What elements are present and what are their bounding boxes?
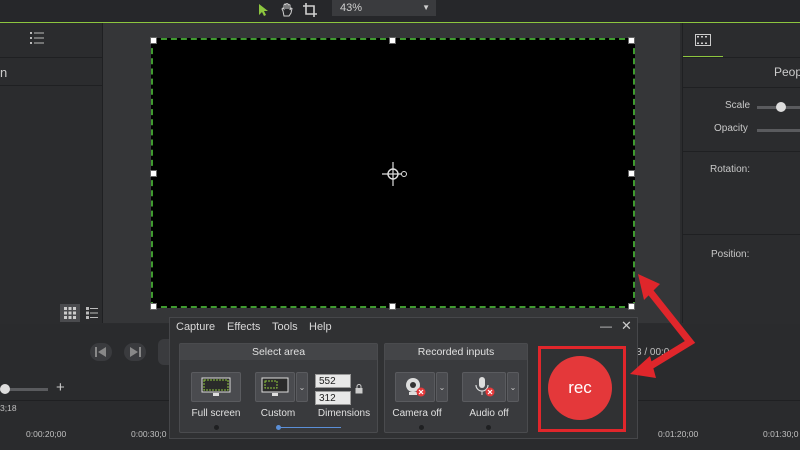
select-area-title: Select area [180, 344, 377, 360]
details-view-icon[interactable] [83, 304, 101, 322]
divider [683, 57, 800, 58]
custom-area-button[interactable] [255, 372, 295, 402]
timeline-tick: 0:00:30;0 [131, 429, 167, 439]
width-input[interactable]: 552 [315, 374, 351, 388]
audio-toggle-button[interactable] [462, 372, 506, 402]
divider [683, 234, 800, 235]
position-label: Position: [711, 249, 750, 260]
timeline-tick: 0:00:20;00 [26, 429, 67, 439]
visual-properties-tab[interactable] [683, 23, 723, 58]
resize-handle[interactable] [628, 170, 635, 177]
resize-handle[interactable] [628, 37, 635, 44]
height-input[interactable]: 312 [315, 391, 351, 405]
resize-handle[interactable] [150, 170, 157, 177]
divider [683, 151, 800, 152]
rotation-label: Rotation: [710, 164, 751, 175]
indicator-dot [214, 425, 219, 430]
timeline-start-label: 3;18 [0, 403, 17, 413]
audio-off-label: Audio off [469, 408, 509, 419]
camera-off-icon [406, 378, 426, 397]
menu-help[interactable]: Help [309, 321, 332, 333]
dimensions-label: Dimensions [317, 408, 371, 419]
rec-button[interactable]: rec [548, 356, 612, 420]
resize-handle[interactable] [389, 303, 396, 310]
area-slider-thumb[interactable] [276, 425, 281, 430]
zoom-in-icon[interactable]: + [56, 379, 65, 396]
grid-view-icon[interactable] [60, 304, 80, 322]
scale-label: Scale [725, 100, 751, 111]
divider [0, 85, 102, 86]
annotation-arrow-icon [630, 274, 696, 378]
recorded-inputs-title: Recorded inputs [385, 344, 527, 360]
full-screen-button[interactable] [191, 372, 241, 402]
area-slider-track[interactable] [279, 427, 341, 428]
resize-handle[interactable] [150, 37, 157, 44]
timeline-tick: 0:01:20;00 [658, 429, 699, 439]
select-area-group: Select area Full screen ⌄ Custom 552 312… [179, 343, 378, 433]
divider [0, 57, 102, 58]
scale-slider-thumb[interactable] [776, 102, 786, 112]
recorder-menu-bar: Capture Effects Tools Help — ✕ [170, 318, 637, 338]
zoom-select[interactable]: 43% ▼ [332, 0, 436, 16]
lock-aspect-icon[interactable] [355, 381, 363, 399]
opacity-slider-track[interactable] [757, 129, 800, 132]
menu-tools[interactable]: Tools [272, 321, 298, 333]
recorded-inputs-group: Recorded inputs ⌄ Camera off ⌄ Audio off [384, 343, 528, 433]
monitor-full-icon [201, 377, 231, 396]
timeline-tick: 0:01:30;0 [763, 429, 799, 439]
microphone-off-icon [475, 377, 495, 397]
menu-effects[interactable]: Effects [227, 321, 260, 333]
indicator-dot [486, 425, 491, 430]
audio-dropdown-chevron-icon[interactable]: ⌄ [507, 372, 519, 402]
left-panel: n [0, 23, 103, 323]
step-back-icon [95, 347, 106, 357]
monitor-custom-icon [261, 377, 289, 396]
previous-frame-button[interactable] [90, 343, 112, 361]
list-view-icon[interactable] [30, 31, 44, 50]
step-forward-icon [130, 347, 141, 357]
properties-title: Peop [774, 65, 800, 79]
menu-capture[interactable]: Capture [176, 321, 215, 333]
next-frame-button[interactable] [124, 343, 146, 361]
camera-off-label: Camera off [392, 408, 442, 419]
chevron-down-icon: ▼ [422, 3, 430, 12]
move-crosshair-icon[interactable] [382, 162, 410, 191]
resize-handle[interactable] [150, 303, 157, 310]
custom-dropdown-chevron-icon[interactable]: ⌄ [296, 372, 308, 402]
crop-tool-icon[interactable] [299, 0, 321, 20]
minimize-icon[interactable]: — [600, 319, 612, 333]
indicator-dot [419, 425, 424, 430]
zoom-value: 43% [340, 2, 363, 14]
divider [683, 87, 800, 88]
pan-hand-icon[interactable] [276, 0, 298, 20]
select-tool-icon[interactable] [253, 0, 275, 20]
opacity-label: Opacity [714, 123, 748, 134]
left-panel-title: n [0, 65, 8, 80]
camera-dropdown-chevron-icon[interactable]: ⌄ [436, 372, 448, 402]
film-strip-icon [695, 33, 711, 46]
camera-toggle-button[interactable] [395, 372, 435, 402]
custom-label: Custom [260, 408, 296, 419]
full-screen-label: Full screen [191, 408, 241, 419]
timeline-zoom-thumb[interactable] [0, 384, 10, 394]
resize-handle[interactable] [389, 37, 396, 44]
